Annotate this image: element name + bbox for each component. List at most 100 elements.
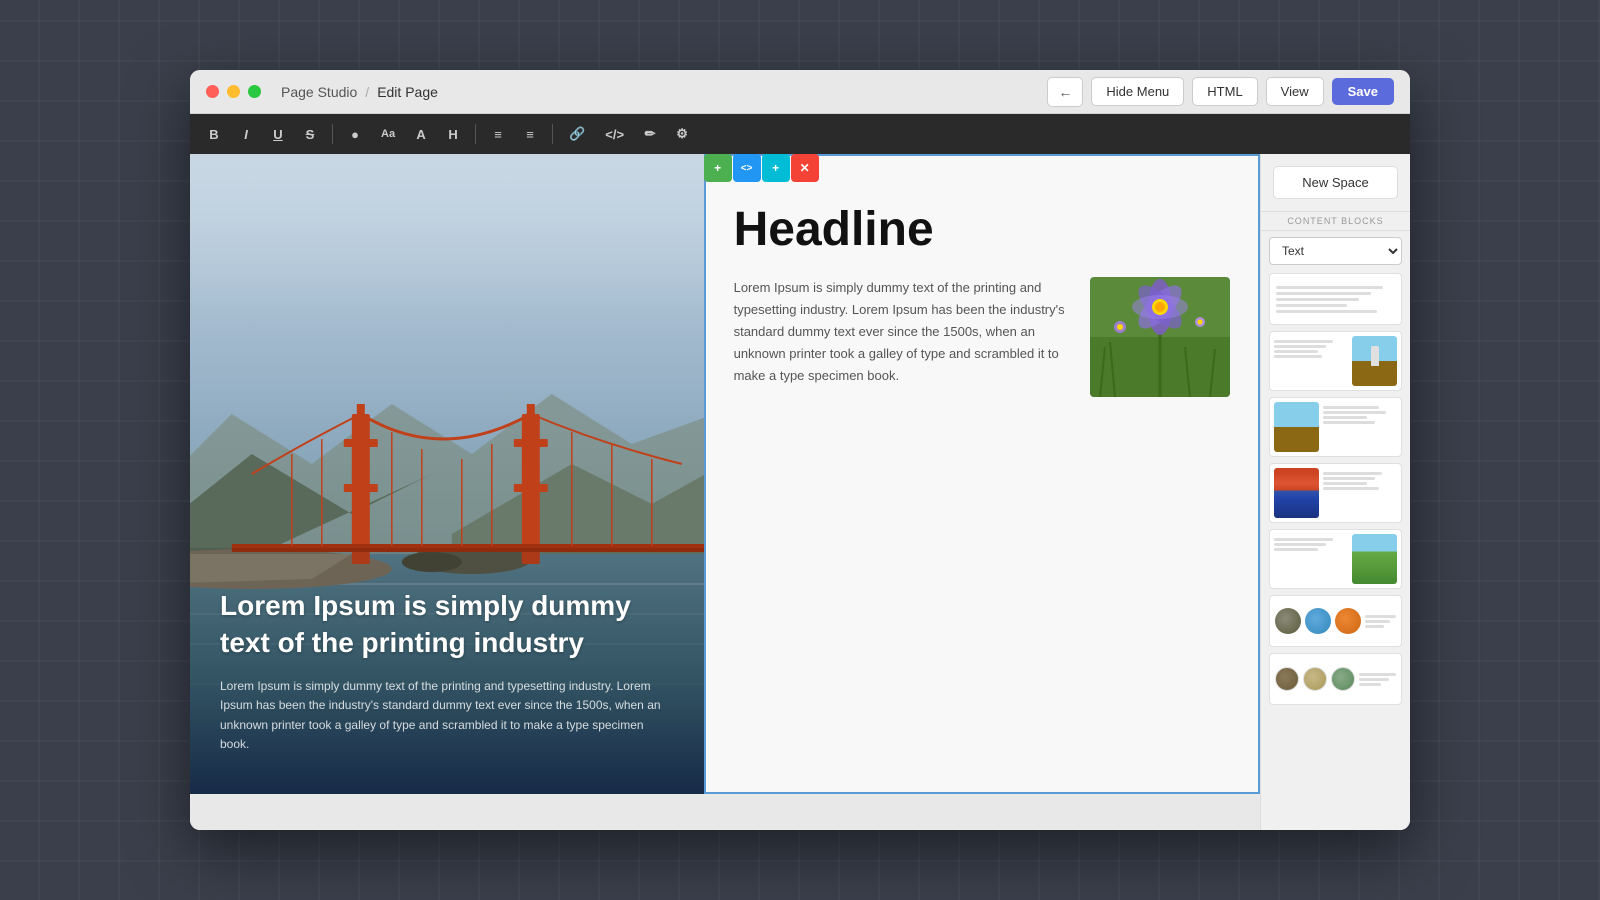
close-button[interactable]: [206, 85, 219, 98]
thumb-text-col-6: [1365, 615, 1396, 628]
minimize-button[interactable]: [227, 85, 240, 98]
thumb-content-7: [1270, 654, 1401, 704]
content-headline[interactable]: Headline: [734, 204, 1230, 257]
app-window: Page Studio / Edit Page ← Hide Menu HTML…: [190, 70, 1410, 830]
new-space-button[interactable]: New Space: [1273, 166, 1398, 199]
save-button[interactable]: Save: [1332, 78, 1394, 105]
thumb-line: [1274, 538, 1333, 541]
hero-headline[interactable]: Lorem Ipsum is simply dummy text of the …: [220, 588, 674, 661]
block-thumb-7[interactable]: [1269, 653, 1402, 705]
traffic-lights: [206, 85, 261, 98]
thumb-lighthouse-img: [1352, 336, 1397, 386]
thumb-line: [1276, 298, 1359, 301]
block-thumb-1[interactable]: [1269, 273, 1402, 325]
bold-button[interactable]: B: [202, 122, 226, 146]
content-section: + <> + ✕ Headline Lorem Ipsum is simply …: [704, 154, 1260, 794]
thumb-circle-1: [1275, 608, 1301, 634]
thumb-line: [1276, 286, 1383, 289]
view-button[interactable]: View: [1266, 77, 1324, 106]
hero-subtext[interactable]: Lorem Ipsum is simply dummy text of the …: [220, 677, 674, 754]
font-color-button[interactable]: A: [409, 122, 433, 146]
maximize-button[interactable]: [248, 85, 261, 98]
thumb-line: [1359, 673, 1396, 676]
code-block-button[interactable]: <>: [733, 154, 761, 182]
thumb-line: [1276, 292, 1371, 295]
block-thumb-6[interactable]: [1269, 595, 1402, 647]
thumb-avatar-1: [1275, 667, 1299, 691]
list-button[interactable]: ≡: [518, 122, 542, 146]
thumb-line: [1274, 355, 1322, 358]
thumb-line: [1274, 543, 1326, 546]
block-editing-toolbar: + <> + ✕: [704, 154, 819, 182]
breadcrumb-current: Edit Page: [377, 84, 438, 100]
content-image: [1090, 277, 1230, 397]
plus2-block-button[interactable]: +: [762, 154, 790, 182]
thumb-lighthouse-img-2: [1274, 402, 1319, 452]
highlight-button[interactable]: ●: [343, 122, 367, 146]
hero-text-overlay: Lorem Ipsum is simply dummy text of the …: [190, 548, 704, 794]
thumb-line: [1323, 482, 1367, 485]
thumb-line: [1274, 340, 1333, 343]
thumb-text-col-4: [1323, 468, 1397, 518]
breadcrumb-app[interactable]: Page Studio: [281, 84, 357, 100]
thumb-content-6: [1270, 596, 1401, 646]
content-body-text[interactable]: Lorem Ipsum is simply dummy text of the …: [734, 277, 1070, 387]
link-button[interactable]: 🔗: [563, 122, 591, 146]
underline-button[interactable]: U: [266, 122, 290, 146]
thumb-line: [1365, 620, 1390, 623]
hero-image-block: Lorem Ipsum is simply dummy text of the …: [190, 154, 704, 794]
hero-section: Lorem Ipsum is simply dummy text of the …: [190, 154, 1260, 794]
block-thumb-2[interactable]: [1269, 331, 1402, 391]
thumb-text-col: [1323, 402, 1397, 452]
right-sidebar: New Space CONTENT BLOCKS Text Image Gall…: [1260, 154, 1410, 830]
thumb-img-left-3: [1270, 398, 1401, 456]
thumb-content-4: [1270, 464, 1401, 522]
hide-menu-button[interactable]: Hide Menu: [1091, 77, 1184, 106]
formatting-toolbar: B I U S ● Aa A H ≡ ≡ 🔗 </> ✏ ⚙: [190, 114, 1410, 154]
thumb-avatar-3: [1331, 667, 1355, 691]
content-inner[interactable]: Headline Lorem Ipsum is simply dummy tex…: [704, 184, 1260, 427]
thumb-field-img: [1352, 534, 1397, 584]
main-area: Lorem Ipsum is simply dummy text of the …: [190, 154, 1410, 830]
content-blocks-label: CONTENT BLOCKS: [1261, 211, 1410, 231]
breadcrumb: Page Studio / Edit Page: [281, 84, 1047, 100]
block-thumb-4[interactable]: [1269, 463, 1402, 523]
add-block-button[interactable]: +: [704, 154, 732, 182]
toolbar-separator-3: [552, 124, 553, 144]
thumb-line: [1323, 477, 1375, 480]
thumb-line: [1274, 350, 1318, 353]
heading-button[interactable]: H: [441, 122, 465, 146]
block-type-select[interactable]: Text Image Gallery Video HTML: [1269, 237, 1402, 265]
thumb-line: [1274, 548, 1318, 551]
thumb-line: [1365, 615, 1396, 618]
block-thumb-3[interactable]: [1269, 397, 1402, 457]
block-thumb-5[interactable]: [1269, 529, 1402, 589]
canvas[interactable]: Lorem Ipsum is simply dummy text of the …: [190, 154, 1260, 830]
thumb-content-5: [1270, 530, 1401, 588]
flower-image-svg: [1090, 277, 1230, 397]
html-button[interactable]: HTML: [1192, 77, 1257, 106]
thumb-text-col-7: [1359, 673, 1396, 686]
thumb-line: [1276, 310, 1377, 313]
thumb-img-right-2: [1270, 332, 1401, 390]
toolbar-separator-1: [332, 124, 333, 144]
italic-button[interactable]: I: [234, 122, 258, 146]
thumb-line: [1323, 406, 1379, 409]
font-size-button[interactable]: Aa: [375, 122, 401, 146]
thumb-boat-img: [1274, 468, 1319, 518]
thumb-text-content-1: [1270, 280, 1401, 319]
toolbar-separator-2: [475, 124, 476, 144]
pen-button[interactable]: ✏: [638, 122, 662, 146]
thumb-text-col: [1274, 336, 1348, 386]
thumb-line: [1323, 411, 1386, 414]
back-button[interactable]: ←: [1047, 77, 1083, 107]
strikethrough-button[interactable]: S: [298, 122, 322, 146]
thumb-line: [1274, 345, 1326, 348]
settings-icon-button[interactable]: ⚙: [670, 122, 694, 146]
code-button[interactable]: </>: [599, 122, 630, 146]
thumb-line: [1359, 678, 1389, 681]
content-with-image: Lorem Ipsum is simply dummy text of the …: [734, 277, 1230, 397]
close-block-button[interactable]: ✕: [791, 154, 819, 182]
align-button[interactable]: ≡: [486, 122, 510, 146]
breadcrumb-separator: /: [365, 84, 369, 100]
